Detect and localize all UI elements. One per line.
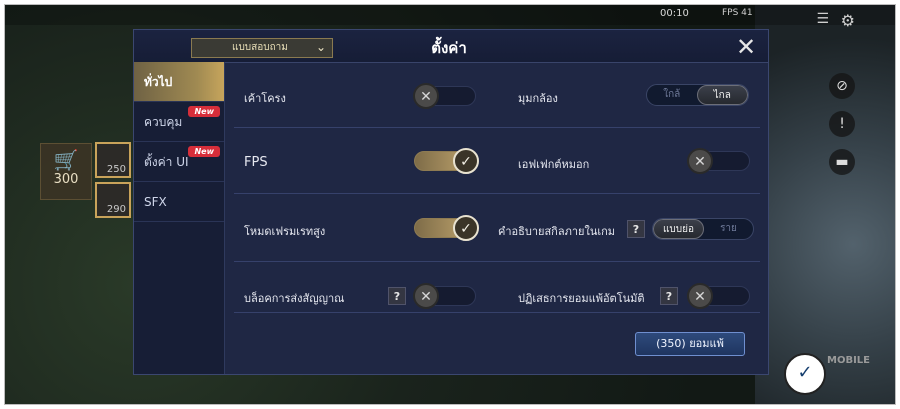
row-divider xyxy=(234,193,760,194)
new-badge: New xyxy=(188,106,220,117)
decline-surrender-label: ปฏิเสธการยอมแพ้อัตโนมัติ xyxy=(518,292,645,305)
row-divider xyxy=(234,261,760,262)
settings-header: แบบสอบถาม ⌄ ตั้งค่า ✕ xyxy=(134,30,768,63)
toggle-off-icon: ✕ xyxy=(687,283,713,309)
skill-desc-option-detail[interactable]: รายละเอียด xyxy=(704,219,753,239)
camera-label: มุมกล้อง xyxy=(518,92,558,105)
cart-icon: 🛒 xyxy=(53,148,79,172)
sidebar-item-ui[interactable]: ตั้งค่า UI New xyxy=(134,142,224,182)
fps-label: FPS xyxy=(244,155,268,170)
outline-label: เค้าโครง xyxy=(244,92,286,105)
camera-selector[interactable]: ใกล้ ไกล xyxy=(646,84,749,106)
alert-icon[interactable]: ! xyxy=(829,111,855,137)
surrender-button[interactable]: (350) ยอมแพ้ xyxy=(635,332,745,356)
page-title: ตั้งค่า xyxy=(431,39,467,57)
settings-sidebar: ทั่วไป ควบคุม New ตั้งค่า UI New SFX xyxy=(134,62,225,374)
fps-readout: FPS 41 xyxy=(722,8,753,18)
new-badge: New xyxy=(188,146,220,157)
sidebar-item-label: ทั่วไป xyxy=(144,75,173,89)
block-signal-label: บล็อคการส่งสัญญาณ xyxy=(244,292,345,305)
high-frame-toggle[interactable]: ✓ xyxy=(414,215,479,241)
sidebar-item-general[interactable]: ทั่วไป xyxy=(134,62,224,102)
match-timer: 00:10 xyxy=(660,8,689,19)
close-icon[interactable]: ✕ xyxy=(736,33,756,61)
help-icon[interactable]: ? xyxy=(660,287,678,305)
fps-toggle[interactable]: ✓ xyxy=(414,148,479,174)
sidebar-item-controls[interactable]: ควบคุม New xyxy=(134,102,224,142)
skill-desc-label: คำอธิบายสกิลภายในเกม xyxy=(498,225,616,238)
item-slot-2[interactable]: 290 xyxy=(95,182,131,218)
mode-select[interactable]: แบบสอบถาม ⌄ xyxy=(191,38,333,58)
decline-surrender-toggle[interactable]: ✕ xyxy=(687,283,750,309)
sidebar-item-label: SFX xyxy=(144,195,167,209)
item-cost-2: 290 xyxy=(106,204,126,215)
sidebar-item-sfx[interactable]: SFX xyxy=(134,182,224,222)
toggle-off-icon: ✕ xyxy=(413,283,439,309)
check-icon: ✓ xyxy=(453,215,479,241)
block-signal-toggle[interactable]: ✕ xyxy=(413,283,476,309)
watermark-logo: ✓ xyxy=(784,353,826,395)
row-divider xyxy=(234,127,760,128)
camera-option-far[interactable]: ไกล xyxy=(696,85,748,105)
high-frame-label: โหมดเฟรมเรทสูง xyxy=(244,225,326,238)
gold-amount: 300 xyxy=(53,172,79,187)
settings-panel: แบบสอบถาม ⌄ ตั้งค่า ✕ ทั่วไป ควบคุม New … xyxy=(133,29,769,375)
camera-option-near[interactable]: ใกล้ xyxy=(647,85,697,105)
gear-icon[interactable]: ⚙ xyxy=(841,11,855,30)
skill-desc-selector[interactable]: แบบย่อ รายละเอียด xyxy=(652,218,754,240)
check-icon: ✓ xyxy=(453,148,479,174)
item-cost-1: 250 xyxy=(106,164,126,175)
hud-top-bar xyxy=(5,5,895,25)
mode-select-value: แบบสอบถาม xyxy=(232,42,288,53)
fog-toggle[interactable]: ✕ xyxy=(687,148,750,174)
item-slot-1[interactable]: 250 xyxy=(95,142,131,178)
settings-content: เค้าโครง ✕ มุมกล้อง ใกล้ ไกล FPS ✓ เอฟเฟ… xyxy=(224,62,770,374)
sidebar-item-label: ควบคุม xyxy=(144,115,183,129)
toggle-off-icon: ✕ xyxy=(413,83,439,109)
toggle-off-icon: ✕ xyxy=(687,148,713,174)
watermark-text: MOBILE xyxy=(827,355,870,366)
map-signal-icon[interactable]: ⊘ xyxy=(829,73,855,99)
row-divider xyxy=(234,312,760,313)
sidebar-item-label: ตั้งค่า UI xyxy=(144,155,189,169)
shop-button[interactable]: 🛒 300 xyxy=(40,143,92,200)
chat-icon[interactable]: ▬ xyxy=(829,149,855,175)
help-icon[interactable]: ? xyxy=(388,287,406,305)
chevron-down-icon: ⌄ xyxy=(315,40,326,54)
outline-toggle[interactable]: ✕ xyxy=(413,83,476,109)
fog-label: เอฟเฟกต์หมอก xyxy=(518,158,590,171)
help-icon[interactable]: ? xyxy=(627,220,645,238)
skill-desc-option-short[interactable]: แบบย่อ xyxy=(653,219,704,239)
scoreboard-icon[interactable]: ☰ xyxy=(816,11,829,27)
